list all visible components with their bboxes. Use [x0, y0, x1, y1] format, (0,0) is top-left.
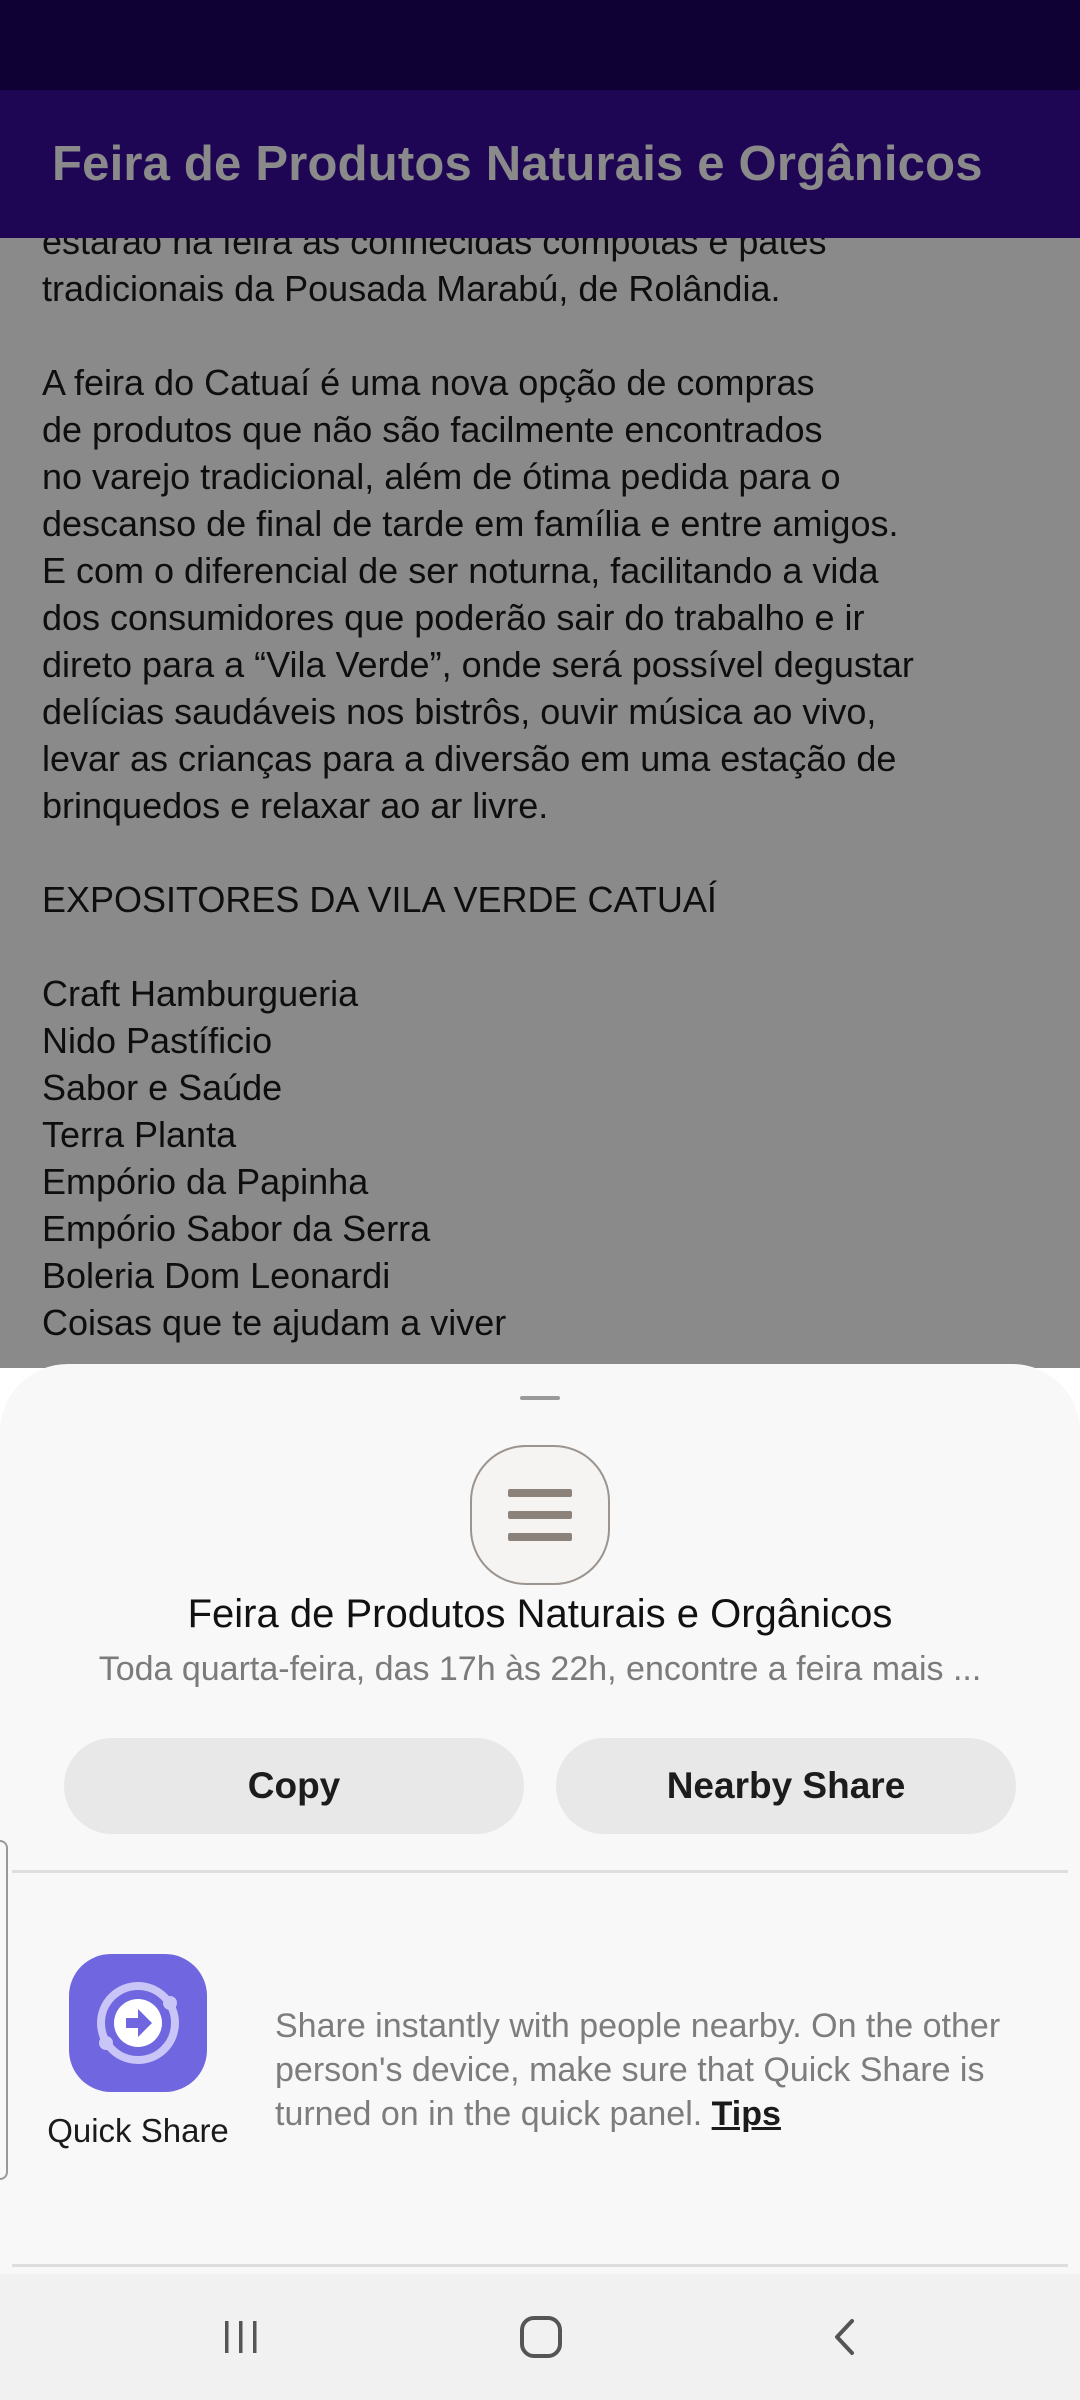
share-description: Toda quarta-feira, das 17h às 22h, encon… [98, 1650, 982, 1688]
exhibitor-list: Craft Hamburgueria Nido Pastíficio Sabor e… [42, 970, 1038, 1346]
copy-button[interactable]: Copy [64, 1738, 524, 1834]
article-line: A feira do Catuaí é uma nova opção de co… [42, 362, 815, 403]
article-line: estarão na feira as conhecidas compotas … [42, 238, 827, 262]
exhibitor-item: Nido Pastíficio [42, 1020, 273, 1061]
article-paragraph: estarão na feira as conhecidas compotas … [42, 238, 1038, 312]
divider [12, 2264, 1068, 2267]
divider [12, 1870, 1068, 1873]
article-content[interactable]: estarão na feira as conhecidas compotas … [0, 238, 1080, 1368]
recent-apps-icon[interactable] [206, 2302, 276, 2372]
article-line: direto para a “Vila Verde”, onde será po… [42, 644, 914, 685]
exhibitor-item: Craft Hamburgueria [42, 973, 359, 1014]
quick-share-icon[interactable] [69, 1954, 207, 2092]
exhibitor-item: Boleria Dom Leonardi [42, 1255, 391, 1296]
back-icon[interactable] [810, 2302, 880, 2372]
page-title: Feira de Produtos Naturais e Orgânicos [52, 137, 983, 191]
status-bar [0, 0, 1080, 90]
article-line: tradicionais da Pousada Marabú, de Rolân… [42, 268, 781, 309]
share-sheet: Feira de Produtos Naturais e Orgânicos T… [0, 1364, 1080, 2274]
exhibitor-item: Coisas que te ajudam a viver [42, 1302, 507, 1343]
article-body: estarão na feira as conhecidas compotas … [42, 238, 1038, 1346]
article-heading: EXPOSITORES DA VILA VERDE CATUAÍ [42, 879, 717, 920]
article-line: brinquedos e relaxar ao ar livre. [42, 785, 549, 826]
article-line: dos consumidores que poderão sair do tra… [42, 597, 865, 638]
exhibitor-item: Terra Planta [42, 1114, 237, 1155]
navigation-bar [0, 2274, 1080, 2400]
tips-link[interactable]: Tips [712, 2095, 781, 2133]
article-line: E com o diferencial de ser noturna, faci… [42, 550, 879, 591]
quick-share-label[interactable]: Quick Share [28, 2112, 248, 2150]
share-title: Feira de Produtos Naturais e Orgânicos [187, 1592, 893, 1636]
article-line: descanso de final de tarde em família e … [42, 503, 899, 544]
drag-handle[interactable] [520, 1396, 560, 1400]
article-line: no varejo tradicional, além de ótima ped… [42, 456, 841, 497]
quick-share-text: Share instantly with people nearby. On t… [275, 2007, 1001, 2133]
article-line: levar as crianças para a diversão em uma… [42, 738, 897, 779]
app-bar: Feira de Produtos Naturais e Orgânicos [0, 90, 1080, 238]
article-paragraph: A feira do Catuaí é uma nova opção de co… [42, 359, 1038, 829]
exhibitor-item: Empório da Papinha [42, 1161, 369, 1202]
edge-panel-handle[interactable] [0, 1840, 8, 2180]
exhibitor-item: Empório Sabor da Serra [42, 1208, 431, 1249]
exhibitor-item: Sabor e Saúde [42, 1067, 283, 1108]
menu-lines-icon [470, 1445, 610, 1585]
article-line: de produtos que não são facilmente encon… [42, 409, 823, 450]
quick-share-description: Share instantly with people nearby. On t… [275, 2004, 1015, 2136]
nearby-share-button[interactable]: Nearby Share [556, 1738, 1016, 1834]
article-line: delícias saudáveis nos bistrôs, ouvir mú… [42, 691, 877, 732]
home-icon[interactable] [506, 2302, 576, 2372]
